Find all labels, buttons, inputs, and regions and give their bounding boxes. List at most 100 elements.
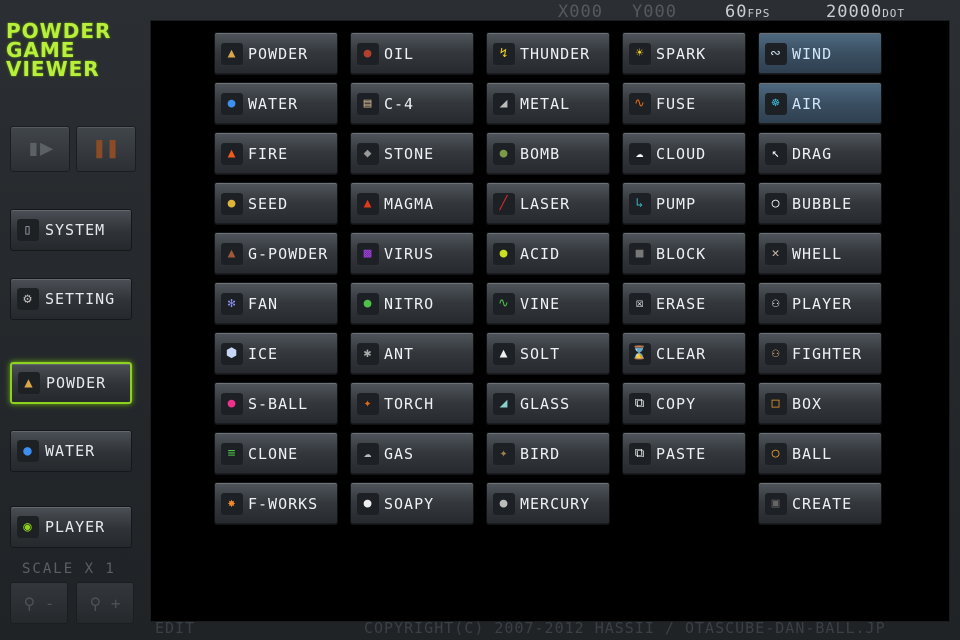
copy-icon: ⧉ [629,392,651,415]
element-fire[interactable]: ▲ FIRE [214,132,338,175]
element-vine[interactable]: ∿ VINE [486,282,610,325]
element-magma[interactable]: ▲ MAGMA [350,182,474,225]
element-s-ball[interactable]: ● S-BALL [214,382,338,425]
bomb-icon: ● [493,142,515,165]
tool-clear[interactable]: ⌛ CLEAR [622,332,746,375]
element-powder[interactable]: ▲ POWDER [214,32,338,75]
glass-icon: ◢ [493,392,515,415]
powder-icon: ▲ [221,42,243,65]
element-fighter[interactable]: ⚇ FIGHTER [758,332,882,375]
element-label: BOMB [520,144,561,163]
element-label: ACID [520,244,561,263]
player-button[interactable]: ◉ PLAYER [10,506,132,548]
pause-button[interactable]: ❚❚ [76,126,136,172]
fan-icon: ✻ [221,292,243,315]
element-laser[interactable]: ╱ LASER [486,182,610,225]
element-pump[interactable]: ↳ PUMP [622,182,746,225]
element-torch[interactable]: ✦ TORCH [350,382,474,425]
tool-air[interactable]: ☸ AIR [758,82,882,125]
element-fan[interactable]: ✻ FAN [214,282,338,325]
fps-readout: 60FPS [725,2,770,22]
element-player[interactable]: ⚇ PLAYER [758,282,882,325]
vine-icon: ∿ [493,292,515,315]
tool-erase[interactable]: ☒ ERASE [622,282,746,325]
player-figure-icon: ⚇ [765,292,787,315]
metal-icon: ◢ [493,92,515,115]
element-label: SOAPY [384,494,435,513]
element-metal[interactable]: ◢ METAL [486,82,610,125]
element-block[interactable]: ■ BLOCK [622,232,746,275]
element-soapy[interactable]: ● SOAPY [350,482,474,525]
element-bomb[interactable]: ● BOMB [486,132,610,175]
element-label: GAS [384,444,415,463]
spark-icon: ☀ [629,42,651,65]
play-step-button[interactable]: ▮▶ [10,126,70,172]
zoom-out-button[interactable]: ⚲ - [10,582,68,624]
flame-icon: ▲ [221,142,243,165]
element-label: BOX [792,394,823,413]
element-label: CREATE [792,494,853,513]
element-create[interactable]: ▣ CREATE [758,482,882,525]
clone-icon: ≡ [221,442,243,465]
element-g-powder[interactable]: ▲ G-POWDER [214,232,338,275]
copyright-text: COPYRIGHT(C) 2007-2012 HASSII / OTASCUBE… [364,619,886,637]
zoom-out-icon: ⚲ - [23,593,55,613]
element-label: FUSE [656,94,697,113]
element-label: FIGHTER [792,344,863,363]
element-spark[interactable]: ☀ SPARK [622,32,746,75]
element-ice[interactable]: ⬢ ICE [214,332,338,375]
gas-cloud-icon: ☁ [357,442,379,465]
element-oil[interactable]: ● OIL [350,32,474,75]
element-cloud[interactable]: ☁ CLOUD [622,132,746,175]
element-acid[interactable]: ● ACID [486,232,610,275]
tool-paste[interactable]: ⧉ PASTE [622,432,746,475]
element-solt[interactable]: ▲ SOLT [486,332,610,375]
element-stone[interactable]: ◆ STONE [350,132,474,175]
element-glass[interactable]: ◢ GLASS [486,382,610,425]
element-seed[interactable]: ● SEED [214,182,338,225]
setting-button[interactable]: ⚙ SETTING [10,278,132,320]
element-thunder[interactable]: ↯ THUNDER [486,32,610,75]
element-label: PASTE [656,444,707,463]
element-label: BUBBLE [792,194,853,213]
setting-label: SETTING [45,290,116,308]
element-virus[interactable]: ▩ VIRUS [350,232,474,275]
element-c-4[interactable]: ▤ C-4 [350,82,474,125]
element-label: FIRE [248,144,289,163]
firework-icon: ✸ [221,492,243,515]
element-nitro[interactable]: ● NITRO [350,282,474,325]
wheel-icon: ✕ [765,242,787,265]
element-box[interactable]: □ BOX [758,382,882,425]
element-clone[interactable]: ≡ CLONE [214,432,338,475]
cloud-icon: ☁ [629,142,651,165]
element-mercury[interactable]: ● MERCURY [486,482,610,525]
element-label: ERASE [656,294,707,313]
element-f-works[interactable]: ✸ F-WORKS [214,482,338,525]
element-label: VINE [520,294,561,313]
element-ant[interactable]: ✱ ANT [350,332,474,375]
element-bird[interactable]: ✦ BIRD [486,432,610,475]
player-dot-icon: ◉ [17,516,39,538]
element-bubble[interactable]: ○ BUBBLE [758,182,882,225]
element-label: PLAYER [792,294,853,313]
system-button[interactable]: ▯ SYSTEM [10,209,132,251]
element-fuse[interactable]: ∿ FUSE [622,82,746,125]
selected-water-button[interactable]: ● WATER [10,430,132,472]
element-whell[interactable]: ✕ WHELL [758,232,882,275]
tool-copy[interactable]: ⧉ COPY [622,382,746,425]
element-water[interactable]: ● WATER [214,82,338,125]
element-ball[interactable]: ○ BALL [758,432,882,475]
element-label: SPARK [656,44,707,63]
element-gas[interactable]: ☁ GAS [350,432,474,475]
tool-drag[interactable]: ↖ DRAG [758,132,882,175]
tool-wind[interactable]: ∾ WIND [758,32,882,75]
element-label: BIRD [520,444,561,463]
water-drop-icon: ● [221,92,243,115]
virus-icon: ▩ [357,242,379,265]
selected-powder-button[interactable]: ▲ POWDER [10,362,132,404]
cursor-y: Y000 [632,2,677,22]
element-label: VIRUS [384,244,435,263]
zoom-in-button[interactable]: ⚲ + [76,582,134,624]
element-label: CLEAR [656,344,707,363]
element-label: POWDER [248,44,309,63]
